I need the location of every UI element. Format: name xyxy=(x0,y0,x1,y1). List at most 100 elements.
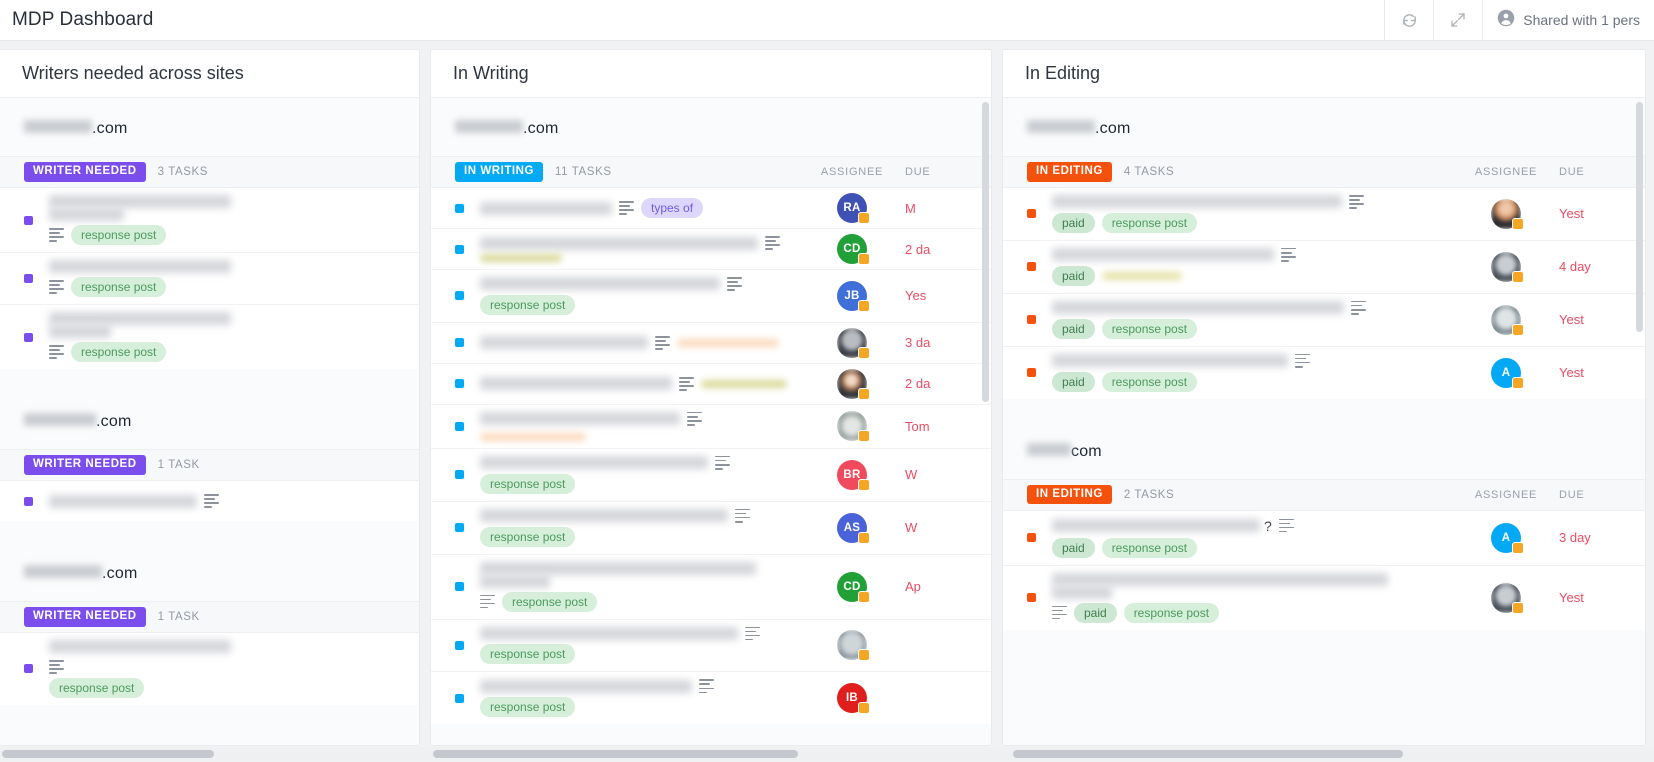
expand-button[interactable] xyxy=(1433,0,1482,40)
table-row[interactable]: response postCDAp xyxy=(431,555,991,620)
avatar[interactable]: AS xyxy=(837,513,867,543)
task-tag[interactable]: response post xyxy=(1102,319,1197,339)
task-title[interactable] xyxy=(1052,248,1457,262)
task-tag[interactable]: response post xyxy=(71,225,166,245)
status-dot[interactable] xyxy=(24,497,33,506)
task-tag[interactable]: response post xyxy=(1102,372,1197,392)
column-body[interactable]: .comIN EDITING4 TASKSASSIGNEEDUE paidres… xyxy=(1003,98,1645,745)
due-date-cell[interactable]: Yest xyxy=(1555,312,1645,327)
share-button[interactable]: Shared with 1 pers xyxy=(1482,0,1654,40)
assignee-cell[interactable]: CD xyxy=(803,572,901,602)
table-row[interactable]: ?paidresponse postA3 day xyxy=(1003,511,1645,566)
task-tag[interactable]: response post xyxy=(480,295,575,315)
scrollbar-thumb[interactable] xyxy=(2,750,214,758)
task-tag[interactable]: response post xyxy=(1102,213,1197,233)
status-dot[interactable] xyxy=(455,291,464,300)
task-group-header[interactable]: WRITER NEEDED3 TASKS xyxy=(0,156,419,188)
assignee-cell[interactable]: RA xyxy=(803,193,901,223)
avatar[interactable]: CD xyxy=(837,234,867,264)
status-dot[interactable] xyxy=(1027,368,1036,377)
task-title[interactable] xyxy=(1052,354,1457,368)
assignee-cell[interactable]: AS xyxy=(803,513,901,543)
task-title[interactable] xyxy=(49,640,231,674)
avatar[interactable]: CD xyxy=(837,572,867,602)
status-dot[interactable] xyxy=(455,694,464,703)
task-title[interactable] xyxy=(480,627,803,641)
due-date-cell[interactable]: Yest xyxy=(1555,590,1645,605)
table-row[interactable]: response post xyxy=(0,188,419,253)
task-tag[interactable]: response post xyxy=(1124,603,1219,623)
avatar[interactable] xyxy=(1491,199,1521,229)
due-date-cell[interactable]: M xyxy=(901,201,991,216)
assignee-cell[interactable]: CD xyxy=(803,234,901,264)
scrollbar-thumb[interactable] xyxy=(1013,750,1403,758)
task-group-header[interactable]: IN EDITING2 TASKSASSIGNEEDUE xyxy=(1003,479,1645,511)
status-badge[interactable]: IN WRITING xyxy=(455,162,543,182)
status-badge[interactable]: WRITER NEEDED xyxy=(24,455,146,475)
table-row[interactable]: paidresponse postAYest xyxy=(1003,347,1645,399)
status-dot[interactable] xyxy=(455,641,464,650)
table-row[interactable]: 3 da xyxy=(431,323,991,364)
status-dot[interactable] xyxy=(455,379,464,388)
avatar[interactable]: RA xyxy=(837,193,867,223)
task-tag[interactable]: paid xyxy=(1052,538,1095,558)
table-row[interactable]: response post AS W xyxy=(431,502,991,555)
task-tag[interactable]: response post xyxy=(480,474,575,494)
assignee-cell[interactable] xyxy=(1457,305,1555,335)
task-tag[interactable] xyxy=(1102,272,1182,280)
task-tag[interactable]: response post xyxy=(502,592,597,612)
due-date-cell[interactable]: 2 da xyxy=(901,376,991,391)
assignee-cell[interactable]: A xyxy=(1457,358,1555,388)
task-tag[interactable] xyxy=(701,380,787,388)
status-dot[interactable] xyxy=(1027,533,1036,542)
due-date-cell[interactable]: Yest xyxy=(1555,365,1645,380)
due-date-cell[interactable]: Yes xyxy=(901,288,991,303)
status-badge[interactable]: WRITER NEEDED xyxy=(24,607,146,627)
due-date-cell[interactable]: Yest xyxy=(1555,206,1645,221)
task-tag[interactable] xyxy=(480,254,562,262)
column-body[interactable]: .comIN WRITING11 TASKSASSIGNEEDUE types … xyxy=(431,98,991,745)
table-row[interactable]: response post xyxy=(0,305,419,369)
task-tag[interactable]: response post xyxy=(71,277,166,297)
task-tag[interactable]: paid xyxy=(1052,319,1095,339)
task-tag[interactable]: response post xyxy=(480,644,575,664)
avatar[interactable] xyxy=(837,411,867,441)
assignee-cell[interactable] xyxy=(803,328,901,358)
avatar[interactable] xyxy=(1491,583,1521,613)
avatar[interactable] xyxy=(1491,252,1521,282)
task-tag[interactable]: response post xyxy=(49,678,144,698)
due-date-cell[interactable]: W xyxy=(901,520,991,535)
column-vertical-scrollbar[interactable] xyxy=(982,102,989,402)
due-date-cell[interactable]: 4 day xyxy=(1555,259,1645,274)
avatar[interactable] xyxy=(837,369,867,399)
table-row[interactable]: Tom xyxy=(431,405,991,449)
avatar[interactable]: JB xyxy=(837,281,867,311)
scrollbar-thumb[interactable] xyxy=(433,750,798,758)
due-date-cell[interactable]: 3 day xyxy=(1555,530,1645,545)
task-tag[interactable]: response post xyxy=(1102,538,1197,558)
task-title[interactable] xyxy=(480,236,803,250)
task-tag[interactable] xyxy=(677,339,779,347)
task-group-header[interactable]: WRITER NEEDED1 TASK xyxy=(0,601,419,633)
table-row[interactable]: response post IB xyxy=(431,672,991,724)
avatar[interactable]: IB xyxy=(837,683,867,713)
assignee-cell[interactable] xyxy=(803,411,901,441)
status-dot[interactable] xyxy=(24,216,33,225)
status-dot[interactable] xyxy=(455,523,464,532)
table-row[interactable]: paid response post Yest xyxy=(1003,294,1645,347)
task-tag[interactable]: response post xyxy=(480,527,575,547)
table-row[interactable]: response post xyxy=(431,620,991,673)
avatar[interactable]: A xyxy=(1491,358,1521,388)
assignee-cell[interactable] xyxy=(803,630,901,660)
task-title[interactable] xyxy=(480,412,803,441)
table-row[interactable]: paidresponse postYest xyxy=(1003,566,1645,630)
task-title[interactable] xyxy=(480,562,803,575)
assignee-cell[interactable] xyxy=(1457,252,1555,282)
task-tag[interactable]: response post xyxy=(480,697,575,717)
due-date-cell[interactable]: W xyxy=(901,467,991,482)
task-title[interactable] xyxy=(49,260,231,273)
table-row[interactable]: types ofRAM xyxy=(431,188,991,229)
task-title[interactable] xyxy=(49,494,231,508)
status-dot[interactable] xyxy=(455,338,464,347)
status-dot[interactable] xyxy=(455,470,464,479)
